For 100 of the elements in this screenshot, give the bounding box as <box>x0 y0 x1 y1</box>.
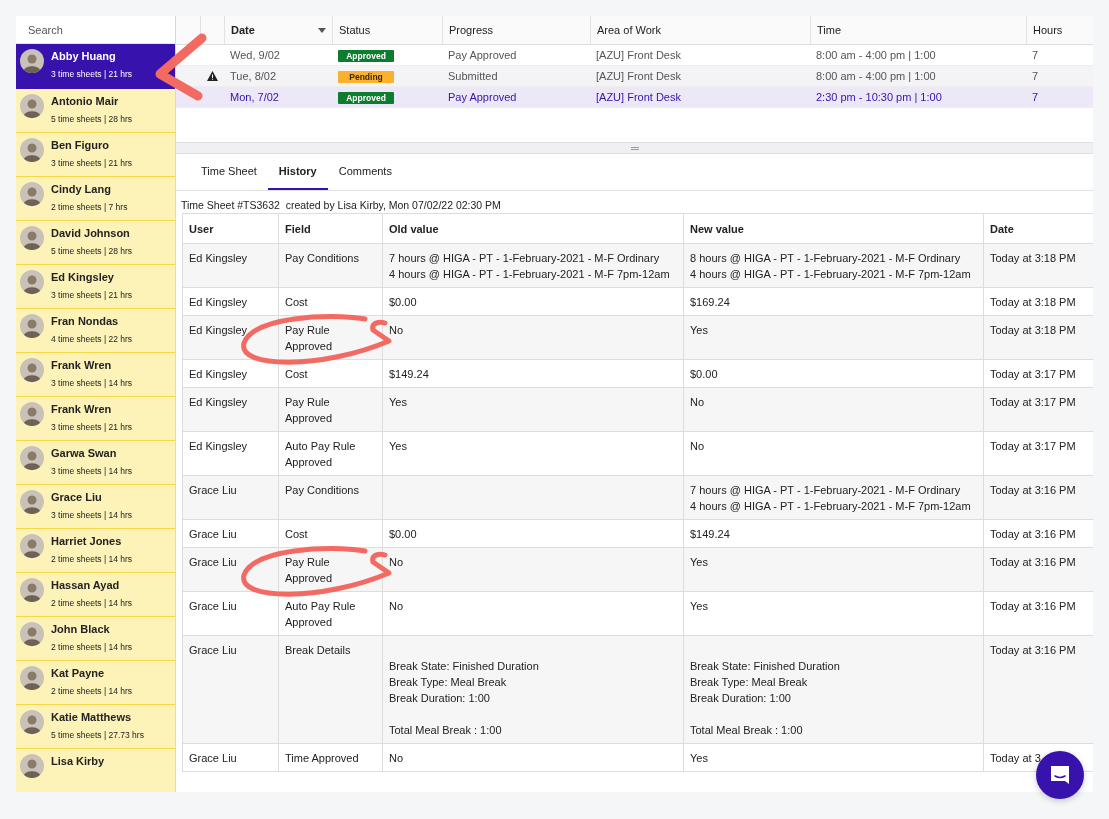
table-cell: Yes <box>684 316 984 360</box>
employee-item[interactable]: Lisa Kirby <box>16 749 175 792</box>
column-header[interactable]: Time <box>810 16 1026 44</box>
table-cell: Ed Kingsley <box>183 244 279 288</box>
timesheet-row[interactable]: Tue, 8/02 Pending Submitted [AZU] Front Desk 8:00 am - 4:00 pm | 1:00 7 <box>176 66 1093 87</box>
employee-name: Kat Payne <box>51 666 106 680</box>
avatar-icon <box>20 666 44 690</box>
employee-summary: 3 time sheets | 21 hrs <box>51 68 133 80</box>
avatar-icon <box>20 490 44 514</box>
timesheet-row[interactable]: Mon, 7/02 Approved Pay Approved [AZU] Front Desk 2:30 pm - 10:30 pm | 1:00 7 <box>176 87 1093 108</box>
employee-name: John Black <box>51 622 111 636</box>
column-header[interactable]: Progress <box>442 16 590 44</box>
employee-item[interactable]: Hassan Ayad 2 time sheets | 14 hrs <box>16 573 175 617</box>
employee-name: Fran Nondas <box>51 314 120 328</box>
employee-item[interactable]: Kat Payne 2 time sheets | 14 hrs <box>16 661 175 705</box>
time-cell-text: 2:30 pm - 10:30 pm | 1:00 <box>815 91 943 103</box>
employee-item[interactable]: Grace Liu 3 time sheets | 14 hrs <box>16 485 175 529</box>
table-cell: Grace Liu <box>183 636 279 744</box>
table-cell: Yes <box>684 548 984 592</box>
employee-summary: 5 time sheets | 28 hrs <box>51 113 133 125</box>
column-header[interactable]: Date <box>224 16 332 44</box>
tab[interactable]: Time Sheet <box>190 154 268 190</box>
table-cell: Grace Liu <box>183 744 279 772</box>
table-cell: Today at 3:16 PM <box>984 636 1093 744</box>
employee-name: Grace Liu <box>51 490 103 504</box>
employee-item[interactable]: David Johnson 5 time sheets | 28 hrs <box>16 221 175 265</box>
employee-item[interactable]: Ed Kingsley 3 time sheets | 21 hrs <box>16 265 175 309</box>
avatar-icon <box>20 270 44 294</box>
time-cell-text: 8:00 am - 4:00 pm | 1:00 <box>815 49 937 61</box>
employee-name: Antonio Mair <box>51 94 120 108</box>
table-cell: Break State: Finished Duration Break Type: Meal Break Break Duration: 1:00 Total Meal Break : 1:00 <box>383 636 684 744</box>
employee-summary: 3 time sheets | 21 hrs <box>51 421 133 433</box>
tab[interactable]: History <box>267 154 328 190</box>
drag-handle-icon[interactable] <box>630 146 639 150</box>
hours-cell-text: 7 <box>1031 49 1040 61</box>
chat-icon <box>1048 763 1072 787</box>
employee-item[interactable]: Harriet Jones 2 time sheets | 14 hrs <box>16 529 175 573</box>
table-cell: Break Details <box>279 636 383 744</box>
employee-summary: 2 time sheets | 14 hrs <box>51 597 133 609</box>
employee-item[interactable]: John Black 2 time sheets | 14 hrs <box>16 617 175 661</box>
table-cell: Today at 3:17 PM <box>984 388 1093 432</box>
employee-item[interactable]: Fran Nondas 4 time sheets | 22 hrs <box>16 309 175 353</box>
table-cell: Ed Kingsley <box>183 316 279 360</box>
employee-name: Lisa Kirby <box>51 754 105 768</box>
column-header[interactable]: Hours <box>1026 16 1093 44</box>
avatar-icon <box>20 182 44 206</box>
status-badge: Pending <box>338 70 394 83</box>
avatar-icon <box>20 402 44 426</box>
table-cell: No <box>684 388 984 432</box>
employee-summary: 3 time sheets | 14 hrs <box>51 465 133 477</box>
employee-name: Katie Matthews <box>51 710 133 724</box>
column-header[interactable]: Status <box>332 16 442 44</box>
employee-item[interactable]: Abby Huang 3 time sheets | 21 hrs <box>16 44 175 89</box>
employee-summary: 5 time sheets | 28 hrs <box>51 245 133 257</box>
column-header[interactable]: Area of Work <box>590 16 810 44</box>
table-cell: Yes <box>383 388 684 432</box>
table-cell: 7 hours @ HIGA - PT - 1-February-2021 - M-F Ordinary 4 hours @ HIGA - PT - 1-February-2021 - M-F 7pm-12am <box>684 476 984 520</box>
employee-item[interactable]: Frank Wren 3 time sheets | 21 hrs <box>16 397 175 441</box>
table-cell: Today at 3:16 PM <box>984 548 1093 592</box>
employee-name: Garwa Swan <box>51 446 118 460</box>
employee-summary: 4 time sheets | 22 hrs <box>51 333 133 345</box>
table-cell: Today at 3:18 PM <box>984 244 1093 288</box>
employee-item[interactable]: Ben Figuro 3 time sheets | 21 hrs <box>16 133 175 177</box>
employee-summary: 2 time sheets | 14 hrs <box>51 641 133 653</box>
avatar-icon <box>20 446 44 470</box>
table-cell: Break State: Finished Duration Break Type: Meal Break Break Duration: 1:00 Total Meal Break : 1:00 <box>684 636 984 744</box>
progress-cell-text: Pay Approved <box>447 49 518 61</box>
status-badge: Approved <box>338 49 394 62</box>
table-cell: Today at 3:16 PM <box>984 476 1093 520</box>
avatar-icon <box>20 94 44 118</box>
employee-item[interactable]: Frank Wren 3 time sheets | 14 hrs <box>16 353 175 397</box>
hours-cell-text: 7 <box>1031 70 1040 82</box>
employee-item[interactable]: Garwa Swan 3 time sheets | 14 hrs <box>16 441 175 485</box>
timesheet-caption: Time Sheet #TS3632 created by Lisa Kirby, Mon 07/02/22 02:30 PM <box>180 198 502 213</box>
employee-item[interactable]: Katie Matthews 5 time sheets | 27.73 hrs <box>16 705 175 749</box>
table-cell: Yes <box>684 744 984 772</box>
table-cell: No <box>383 548 684 592</box>
progress-cell-text: Pay Approved <box>447 91 518 103</box>
avatar-icon <box>20 622 44 646</box>
employee-name: Ed Kingsley <box>51 270 115 284</box>
table-cell: 7 hours @ HIGA - PT - 1-February-2021 - M-F Ordinary 4 hours @ HIGA - PT - 1-February-2021 - M-F 7pm-12am <box>383 244 684 288</box>
avatar-icon <box>20 358 44 382</box>
employee-name: Ben Figuro <box>51 138 111 152</box>
table-cell: 8 hours @ HIGA - PT - 1-February-2021 - M-F Ordinary 4 hours @ HIGA - PT - 1-February-2021 - M-F 7pm-12am <box>684 244 984 288</box>
employee-summary: 3 time sheets | 21 hrs <box>51 157 133 169</box>
employee-name: Hassan Ayad <box>51 578 121 592</box>
table-cell: Ed Kingsley <box>183 388 279 432</box>
table-cell: Pay Conditions <box>279 244 383 288</box>
area-cell-text: [AZU] Front Desk <box>595 49 682 61</box>
employee-summary: 3 time sheets | 21 hrs <box>51 289 133 301</box>
employee-summary: 3 time sheets | 14 hrs <box>51 377 133 389</box>
table-cell: Grace Liu <box>183 548 279 592</box>
tab[interactable]: Comments <box>327 154 403 190</box>
table-cell: No <box>383 316 684 360</box>
employee-summary: 5 time sheets | 27.73 hrs <box>51 729 144 741</box>
date-cell-text: Wed, 9/02 <box>229 49 281 61</box>
caret-icon <box>318 27 326 33</box>
employee-item[interactable]: Antonio Mair 5 time sheets | 28 hrs <box>16 89 175 133</box>
avatar-icon <box>20 314 44 338</box>
employee-item[interactable]: Cindy Lang 2 time sheets | 7 hrs <box>16 177 175 221</box>
